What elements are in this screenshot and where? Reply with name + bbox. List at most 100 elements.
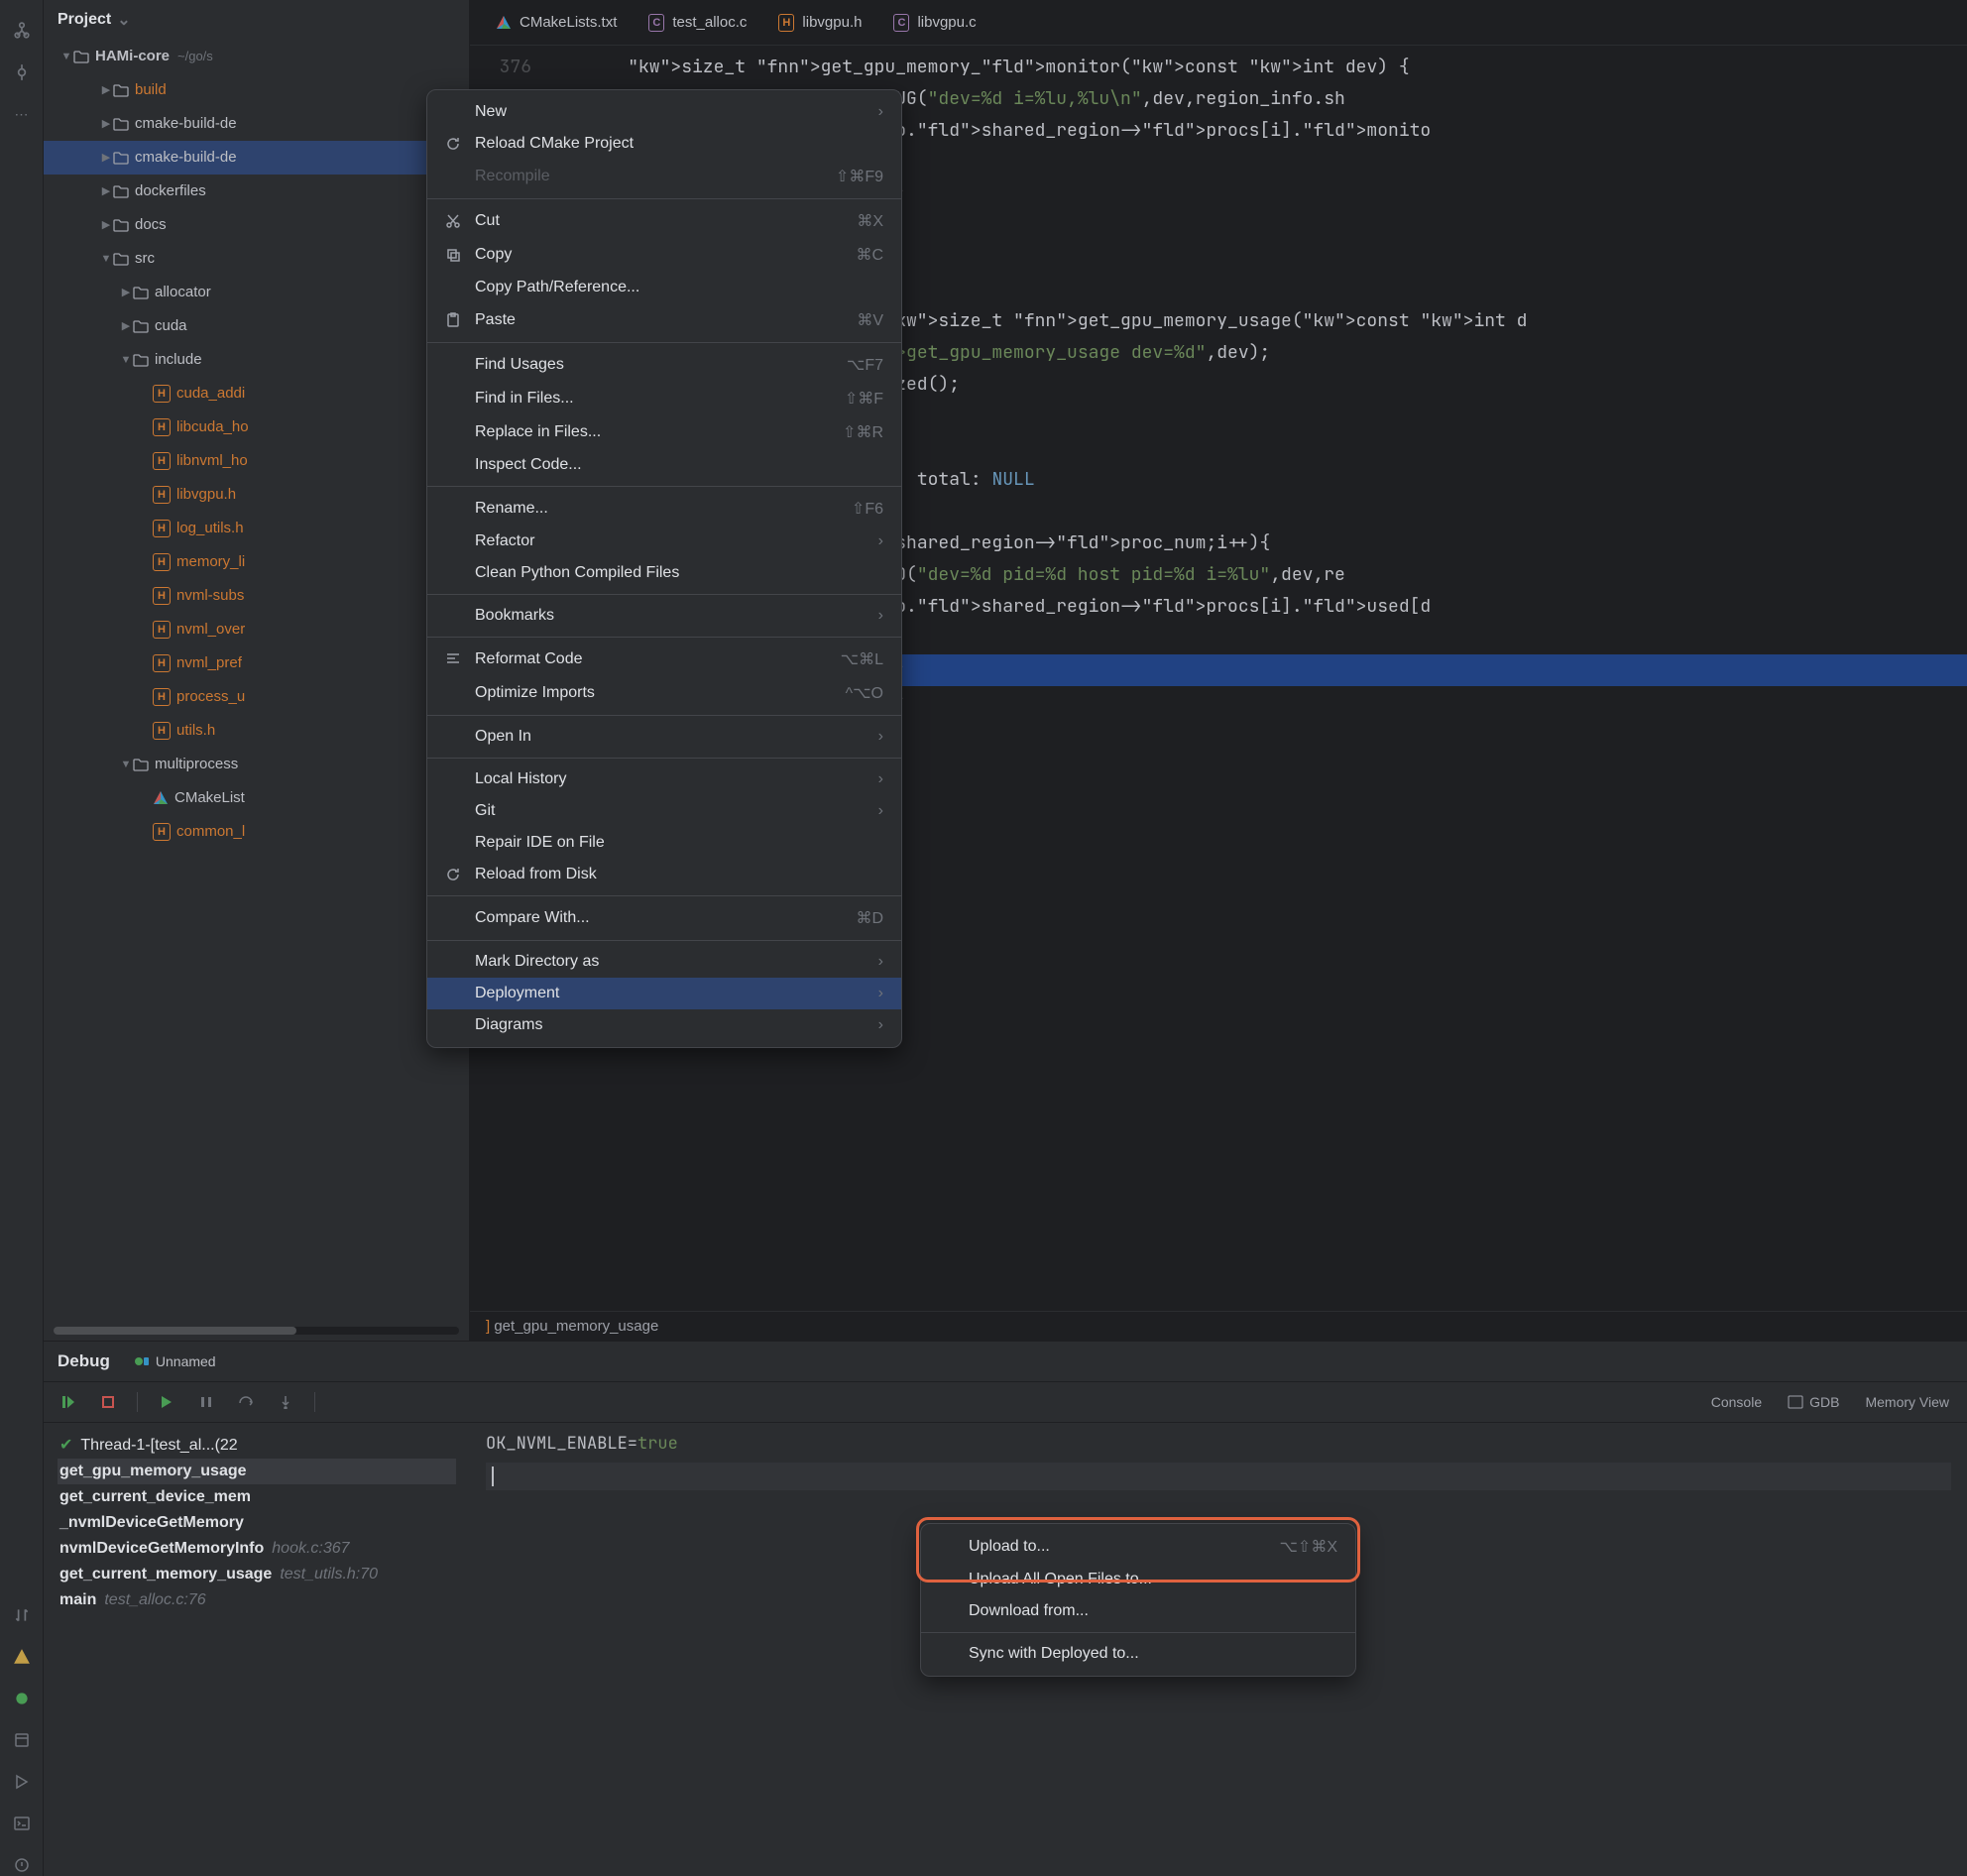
tree-item[interactable]: Hlibnvml_ho: [44, 444, 469, 478]
frame-row[interactable]: get_current_device_mem: [58, 1484, 456, 1510]
tree-item[interactable]: CMakeList: [44, 781, 469, 815]
tree-item[interactable]: Hlog_utils.h: [44, 512, 469, 545]
frame-row[interactable]: maintest_alloc.c:76: [58, 1587, 456, 1613]
menu-item[interactable]: Reformat Code⌥⌘L: [427, 643, 901, 676]
project-tree[interactable]: ▼HAMi-core~/go/s▶build▶cmake-build-de▶cm…: [44, 40, 469, 1325]
debug-tab-console[interactable]: Console: [1707, 1388, 1766, 1416]
tree-item[interactable]: ▶allocator: [44, 276, 469, 309]
commit-icon[interactable]: [11, 61, 33, 83]
tree-item[interactable]: Hprocess_u: [44, 680, 469, 714]
h-icon: H: [153, 418, 171, 436]
menu-item[interactable]: Find in Files...⇧⌘F: [427, 382, 901, 415]
horizontal-scrollbar[interactable]: [54, 1327, 459, 1335]
folder-icon: [113, 252, 129, 266]
pause-button[interactable]: [195, 1391, 217, 1413]
tree-item[interactable]: ▼src: [44, 242, 469, 276]
menu-item[interactable]: Cut⌘X: [427, 204, 901, 238]
tree-item[interactable]: ▶build: [44, 73, 469, 107]
menu-item[interactable]: Clean Python Compiled Files: [427, 557, 901, 589]
tree-root[interactable]: ▼HAMi-core~/go/s: [44, 40, 469, 73]
menu-item[interactable]: Replace in Files...⇧⌘R: [427, 415, 901, 449]
context-menu: New ›Reload CMake ProjectRecompile⇧⌘F9 Cu…: [426, 89, 902, 1048]
menu-item[interactable]: Diagrams ›: [427, 1009, 901, 1041]
menu-item[interactable]: Local History ›: [427, 763, 901, 795]
menu-item[interactable]: Repair IDE on File: [427, 827, 901, 859]
sort-icon[interactable]: [11, 1604, 33, 1626]
tree-item[interactable]: Hnvml-subs: [44, 579, 469, 613]
editor-tab[interactable]: Clibvgpu.c: [891, 8, 978, 37]
menu-item[interactable]: Copy⌘C: [427, 238, 901, 272]
frames-list[interactable]: ✔Thread-1-[test_al...(22get_gpu_memory_u…: [44, 1423, 470, 1876]
debug-tab-gdb[interactable]: GDB: [1784, 1388, 1843, 1416]
tree-item[interactable]: ▼multiprocess: [44, 748, 469, 781]
thread-row[interactable]: ✔Thread-1-[test_al...(22: [58, 1431, 456, 1459]
structure-icon[interactable]: [11, 20, 33, 42]
frame-row[interactable]: _nvmlDeviceGetMemory: [58, 1510, 456, 1536]
menu-item[interactable]: Compare With...⌘D: [427, 901, 901, 935]
editor-tab[interactable]: Ctest_alloc.c: [646, 8, 749, 37]
frame-row[interactable]: nvmlDeviceGetMemoryInfohook.c:367: [58, 1536, 456, 1562]
rerun-button[interactable]: [156, 1391, 177, 1413]
editor-tab[interactable]: CMakeLists.txt: [494, 8, 619, 37]
run-configuration[interactable]: Unnamed: [134, 1353, 216, 1369]
menu-item[interactable]: Mark Directory as ›: [427, 946, 901, 978]
tree-item[interactable]: Hutils.h: [44, 714, 469, 748]
more-icon[interactable]: ⋯: [11, 103, 33, 125]
menu-item: Recompile⇧⌘F9: [427, 160, 901, 193]
frame-row[interactable]: get_current_memory_usagetest_utils.h:70: [58, 1562, 456, 1587]
submenu-item[interactable]: Upload All Open Files to...: [921, 1564, 1355, 1595]
menu-item[interactable]: Copy Path/Reference...: [427, 272, 901, 303]
run-tool-icon[interactable]: [11, 1771, 33, 1793]
folder-icon: [113, 151, 129, 165]
tree-item[interactable]: ▶docs: [44, 208, 469, 242]
editor-tab[interactable]: Hlibvgpu.h: [776, 8, 864, 37]
menu-item[interactable]: Deployment ›: [427, 978, 901, 1009]
menu-item[interactable]: Open In ›: [427, 721, 901, 753]
h-icon: H: [153, 722, 171, 740]
resume-button[interactable]: [58, 1391, 79, 1413]
folder-icon: [113, 117, 129, 131]
menu-item[interactable]: Reload from Disk: [427, 859, 901, 890]
tree-item[interactable]: ▼include: [44, 343, 469, 377]
menu-item[interactable]: Bookmarks ›: [427, 600, 901, 632]
project-header[interactable]: Project ⌄: [44, 0, 469, 40]
menu-item[interactable]: New ›: [427, 96, 901, 128]
tree-item[interactable]: ▶cuda: [44, 309, 469, 343]
step-into-button[interactable]: [275, 1391, 296, 1413]
menu-item[interactable]: Paste⌘V: [427, 303, 901, 337]
tree-item[interactable]: Hlibcuda_ho: [44, 410, 469, 444]
menu-item[interactable]: Refactor ›: [427, 526, 901, 557]
breadcrumb[interactable]: ] get_gpu_memory_usage: [470, 1311, 1967, 1341]
menu-item[interactable]: Git ›: [427, 795, 901, 827]
submenu-item[interactable]: Upload to...⌥⇧⌘X: [921, 1530, 1355, 1564]
tree-item[interactable]: ▶dockerfiles: [44, 175, 469, 208]
terminal-tool-icon[interactable]: [11, 1813, 33, 1834]
tree-item[interactable]: Hcommon_l: [44, 815, 469, 849]
paste-icon: [445, 312, 463, 328]
submenu-item[interactable]: Sync with Deployed to...: [921, 1638, 1355, 1670]
problems-icon[interactable]: [11, 1854, 33, 1876]
tree-item[interactable]: Hlibvgpu.h: [44, 478, 469, 512]
stop-button[interactable]: [97, 1391, 119, 1413]
h-icon: H: [153, 654, 171, 672]
menu-item[interactable]: Find Usages⌥F7: [427, 348, 901, 382]
debug-icon[interactable]: [11, 1688, 33, 1709]
menu-item[interactable]: Rename...⇧F6: [427, 492, 901, 526]
tree-item[interactable]: Hcuda_addi: [44, 377, 469, 410]
submenu-item[interactable]: Download from...: [921, 1595, 1355, 1627]
h-icon: H: [153, 385, 171, 403]
warning-icon[interactable]: [11, 1646, 33, 1668]
menu-item[interactable]: Optimize Imports^⌥O: [427, 676, 901, 710]
menu-item[interactable]: Inspect Code...: [427, 449, 901, 481]
bookmark-tool-icon[interactable]: [11, 1729, 33, 1751]
tree-item[interactable]: Hnvml_over: [44, 613, 469, 646]
menu-item[interactable]: Reload CMake Project: [427, 128, 901, 160]
frame-row[interactable]: get_gpu_memory_usage: [58, 1459, 456, 1484]
tree-item[interactable]: Hnvml_pref: [44, 646, 469, 680]
step-over-button[interactable]: [235, 1391, 257, 1413]
project-tool-window: Project ⌄ ▼HAMi-core~/go/s▶build▶cmake-b…: [44, 0, 470, 1341]
tree-item[interactable]: ▶cmake-build-de: [44, 107, 469, 141]
debug-tab-memory[interactable]: Memory View: [1861, 1388, 1953, 1416]
tree-item[interactable]: Hmemory_li: [44, 545, 469, 579]
tree-item[interactable]: ▶cmake-build-de: [44, 141, 469, 175]
